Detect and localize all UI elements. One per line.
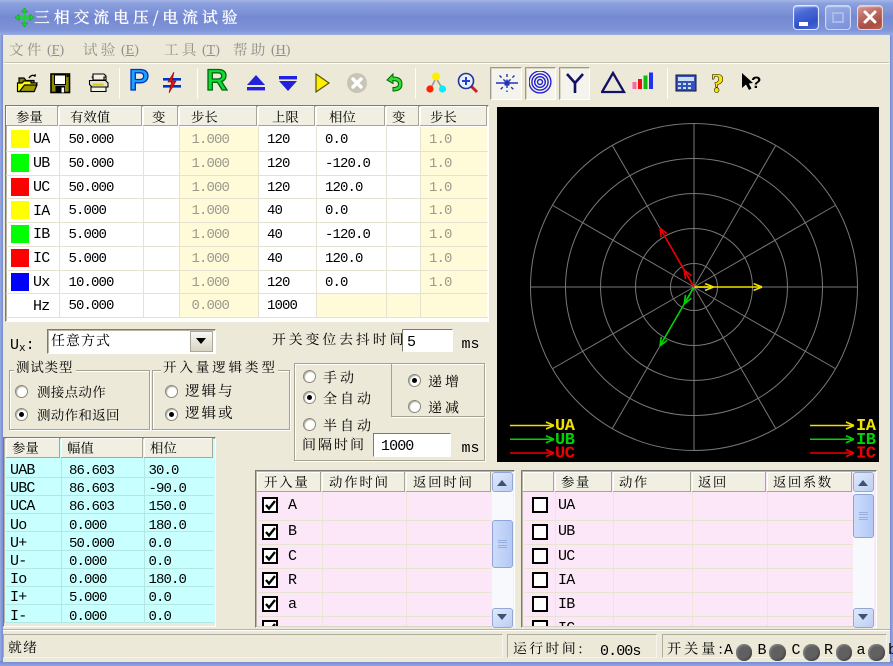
svg-text:?: ? — [711, 69, 724, 98]
svg-text:IC: IC — [856, 445, 876, 463]
svg-text:?: ? — [751, 73, 761, 92]
svg-text:UC: UC — [555, 445, 575, 463]
